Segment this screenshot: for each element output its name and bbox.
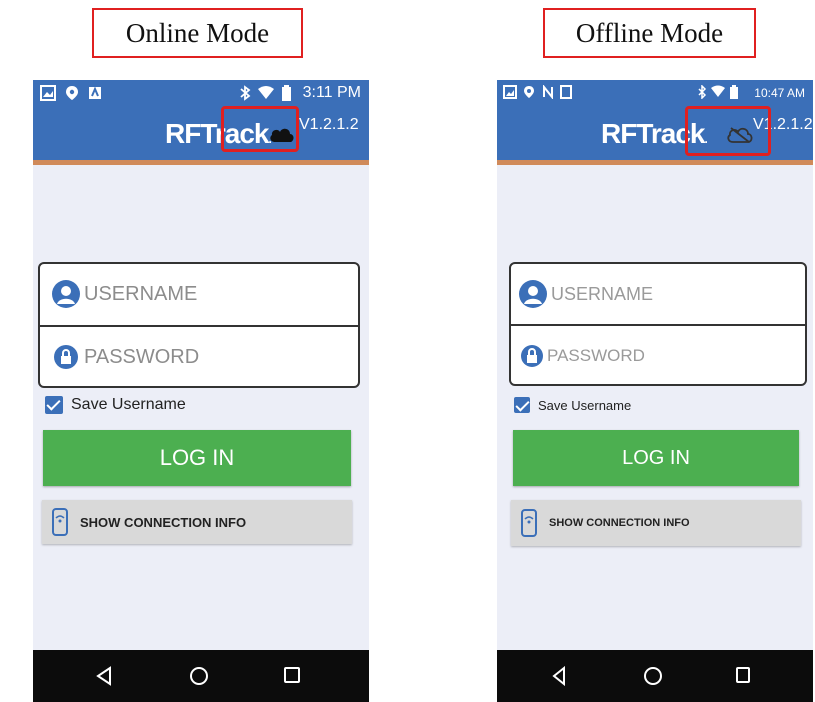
save-username-row[interactable]: Save Username <box>45 396 186 414</box>
password-field[interactable]: PASSWORD <box>40 325 358 386</box>
lock-icon <box>54 345 78 369</box>
status-time: 10:47 AM <box>754 86 805 100</box>
login-form: USERNAME PASSWORD <box>38 262 360 388</box>
back-icon[interactable] <box>551 666 567 686</box>
app-header: RFTrack. V1.2.1.2 <box>497 106 813 165</box>
offline-phone-screen: 10:47 AM RFTrack. V1.2.1.2 USERNAME PASS… <box>497 80 813 702</box>
password-input[interactable]: PASSWORD <box>84 346 199 369</box>
password-input[interactable]: PASSWORD <box>547 346 645 366</box>
app-version: V1.2.1.2 <box>299 116 359 133</box>
lock-icon <box>521 345 543 367</box>
show-connection-info-button[interactable]: SHOW CONNECTION INFO <box>42 500 352 544</box>
login-form: USERNAME PASSWORD <box>509 262 807 386</box>
battery-icon <box>730 85 738 99</box>
offline-mode-label: Offline Mode <box>543 8 756 58</box>
status-bar: 3:11 PM <box>33 80 369 106</box>
user-icon <box>52 280 80 308</box>
save-username-row[interactable]: Save Username <box>514 397 631 413</box>
user-icon <box>519 280 547 308</box>
online-phone-screen: 3:11 PM RFTrack. V1.2.1.2 USERNAME PASSW… <box>33 80 369 702</box>
status-time: 3:11 PM <box>302 84 361 101</box>
image-icon <box>503 85 517 99</box>
status-bar: 10:47 AM <box>497 80 813 106</box>
online-mode-label: Online Mode <box>92 8 303 58</box>
home-icon[interactable] <box>643 666 663 686</box>
save-username-label: Save Username <box>71 396 186 413</box>
connection-info-label: SHOW CONNECTION INFO <box>549 517 690 529</box>
app-notification-icon <box>560 85 572 99</box>
show-connection-info-button[interactable]: SHOW CONNECTION INFO <box>511 500 801 546</box>
battery-icon <box>282 85 291 101</box>
phone-wifi-icon <box>52 508 68 536</box>
username-field[interactable]: USERNAME <box>40 264 358 324</box>
wifi-icon <box>711 85 725 97</box>
app-header: RFTrack. V1.2.1.2 <box>33 106 369 165</box>
home-icon[interactable] <box>189 666 209 686</box>
cloud-status-highlight <box>221 106 299 152</box>
login-button[interactable]: LOG IN <box>513 430 799 486</box>
username-input[interactable]: USERNAME <box>551 284 653 305</box>
save-username-checkbox[interactable] <box>514 397 530 413</box>
back-icon[interactable] <box>95 666 113 686</box>
location-icon <box>524 86 534 98</box>
android-nav-bar <box>497 650 813 702</box>
username-field[interactable]: USERNAME <box>511 264 805 324</box>
recents-icon[interactable] <box>735 666 751 684</box>
connection-info-label: SHOW CONNECTION INFO <box>80 514 247 530</box>
android-nav-bar <box>33 650 369 702</box>
save-username-label: Save Username <box>538 397 632 413</box>
bluetooth-icon <box>240 85 251 101</box>
location-icon <box>66 86 78 100</box>
cloud-status-highlight <box>685 106 771 156</box>
phone-wifi-icon <box>521 509 537 537</box>
login-button[interactable]: LOG IN <box>43 430 351 486</box>
app-notification-icon <box>89 86 101 99</box>
username-input[interactable]: USERNAME <box>84 283 197 306</box>
image-icon <box>40 85 56 101</box>
save-username-checkbox[interactable] <box>45 396 63 414</box>
password-field[interactable]: PASSWORD <box>511 324 805 384</box>
bluetooth-icon <box>698 85 707 99</box>
n-notification-icon <box>543 85 553 99</box>
wifi-icon <box>258 86 274 99</box>
recents-icon[interactable] <box>283 666 301 684</box>
